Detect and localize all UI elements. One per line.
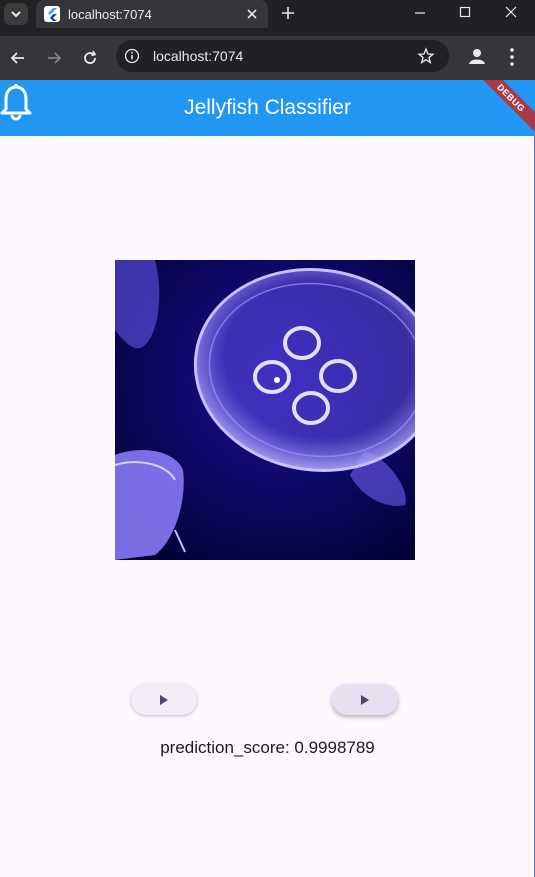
play-button-2[interactable] xyxy=(332,684,398,715)
play-button-1[interactable] xyxy=(131,684,197,715)
browser-tab[interactable]: localhost:7074 xyxy=(36,0,268,28)
back-arrow-icon[interactable] xyxy=(8,48,28,68)
flutter-favicon-icon xyxy=(44,6,60,22)
jellyfish-image xyxy=(115,260,415,560)
browser-toolbar: localhost:7074 xyxy=(0,36,535,80)
close-window-icon[interactable] xyxy=(504,5,518,19)
profile-icon[interactable] xyxy=(466,45,488,67)
minimize-icon[interactable] xyxy=(413,5,427,19)
address-bar[interactable]: localhost:7074 xyxy=(116,40,449,72)
close-tab-icon[interactable] xyxy=(244,6,260,22)
app-title: Jellyfish Classifier xyxy=(184,96,351,119)
prediction-score-label: prediction_score: 0.9998789 xyxy=(160,738,375,757)
new-tab-icon[interactable] xyxy=(280,5,296,21)
browser-tab-bar: localhost:7074 xyxy=(0,0,535,36)
site-info-icon[interactable] xyxy=(124,48,140,64)
url-text: localhost:7074 xyxy=(153,48,244,64)
bookmark-star-icon[interactable] xyxy=(417,47,435,65)
more-options-icon[interactable] xyxy=(506,46,518,68)
forward-arrow-icon[interactable] xyxy=(44,48,64,68)
play-arrow-icon xyxy=(160,694,168,705)
tab-title: localhost:7074 xyxy=(68,7,152,22)
play-arrow-icon xyxy=(361,694,369,705)
tab-search-button[interactable] xyxy=(4,3,28,25)
maximize-icon[interactable] xyxy=(458,5,472,19)
chevron-down-icon xyxy=(11,11,21,18)
reload-icon[interactable] xyxy=(80,48,100,68)
app-bar: Jellyfish Classifier DEBUG xyxy=(0,80,535,136)
